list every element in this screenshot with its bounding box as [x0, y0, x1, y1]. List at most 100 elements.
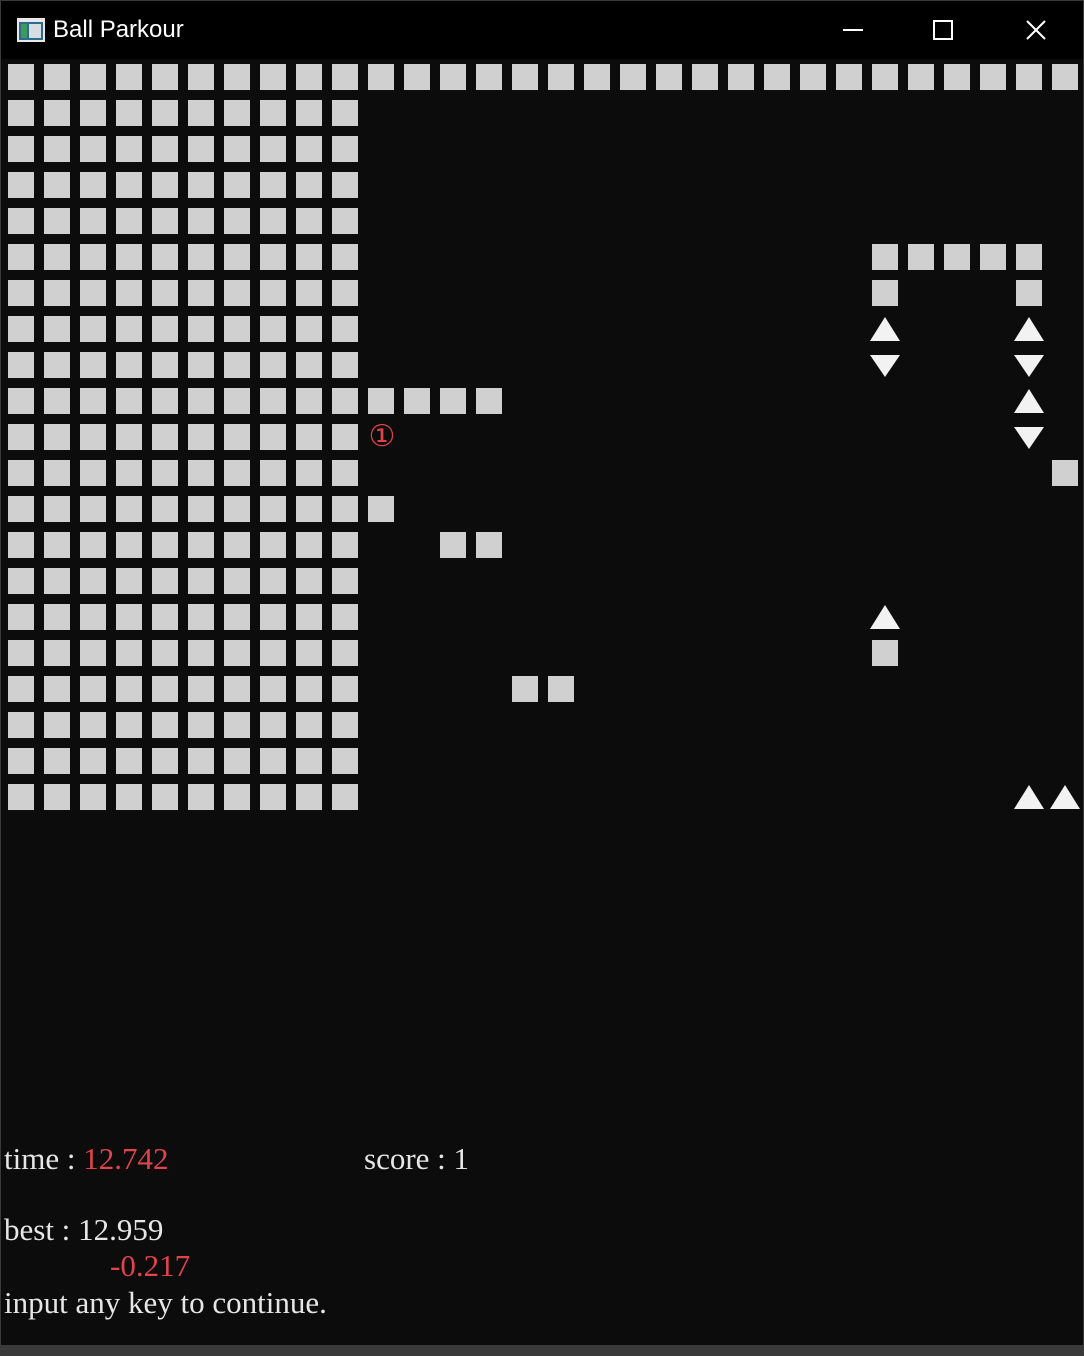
ball-player: ① — [368, 419, 396, 454]
block-cell — [224, 280, 250, 306]
block-cell — [188, 244, 214, 270]
block-cell — [980, 64, 1006, 90]
block-cell — [224, 532, 250, 558]
spike-up-icon — [1014, 785, 1044, 809]
block-cell — [296, 280, 322, 306]
block-cell — [224, 676, 250, 702]
block-cell — [116, 640, 142, 666]
block-cell — [80, 712, 106, 738]
minimize-button[interactable] — [807, 1, 899, 59]
block-cell — [152, 676, 178, 702]
block-cell — [80, 388, 106, 414]
block-cell — [80, 496, 106, 522]
block-cell — [260, 208, 286, 234]
block-cell — [188, 208, 214, 234]
block-cell — [8, 640, 34, 666]
block-cell — [332, 532, 358, 558]
block-cell — [260, 640, 286, 666]
spike-down-icon — [870, 355, 900, 377]
block-cell — [224, 244, 250, 270]
spike-up-icon — [1050, 785, 1080, 809]
block-cell — [116, 532, 142, 558]
block-cell — [764, 64, 790, 90]
block-cell — [44, 352, 70, 378]
block-cell — [44, 604, 70, 630]
spike-down-icon — [1014, 355, 1044, 377]
block-cell — [116, 316, 142, 342]
block-cell — [260, 568, 286, 594]
block-cell — [188, 748, 214, 774]
maximize-button[interactable] — [899, 1, 991, 59]
block-cell — [80, 64, 106, 90]
block-cell — [260, 784, 286, 810]
block-cell — [116, 64, 142, 90]
score-line: score : 1 — [364, 1141, 469, 1177]
block-cell — [1016, 64, 1042, 90]
block-cell — [44, 568, 70, 594]
block-cell — [152, 280, 178, 306]
block-cell — [260, 712, 286, 738]
window-bottom-border — [1, 1345, 1083, 1355]
block-cell — [8, 532, 34, 558]
block-cell — [296, 604, 322, 630]
score-label: score : — [364, 1141, 454, 1176]
close-button[interactable] — [991, 1, 1083, 59]
maximize-icon — [933, 20, 953, 40]
block-cell — [152, 784, 178, 810]
block-cell — [152, 460, 178, 486]
block-cell — [8, 64, 34, 90]
block-cell — [188, 136, 214, 162]
block-cell — [152, 64, 178, 90]
block-cell — [80, 532, 106, 558]
block-cell — [224, 388, 250, 414]
block-cell — [332, 100, 358, 126]
block-cell — [8, 352, 34, 378]
block-cell — [116, 388, 142, 414]
block-cell — [188, 604, 214, 630]
block-cell — [260, 460, 286, 486]
block-cell — [296, 640, 322, 666]
block-cell — [296, 460, 322, 486]
block-cell — [224, 136, 250, 162]
block-cell — [116, 424, 142, 450]
block-cell — [944, 244, 970, 270]
block-cell — [8, 100, 34, 126]
block-cell — [188, 280, 214, 306]
block-cell — [332, 712, 358, 738]
block-cell — [116, 604, 142, 630]
block-cell — [980, 244, 1006, 270]
block-cell — [152, 712, 178, 738]
block-cell — [296, 388, 322, 414]
block-cell — [332, 604, 358, 630]
block-cell — [8, 784, 34, 810]
block-cell — [440, 388, 466, 414]
block-cell — [224, 352, 250, 378]
block-cell — [188, 784, 214, 810]
block-cell — [152, 172, 178, 198]
block-cell — [332, 748, 358, 774]
block-cell — [224, 568, 250, 594]
title-bar[interactable]: Ball Parkour — [1, 1, 1083, 59]
block-cell — [296, 100, 322, 126]
window-title: Ball Parkour — [53, 16, 184, 43]
block-cell — [116, 784, 142, 810]
block-cell — [728, 64, 754, 90]
block-cell — [224, 100, 250, 126]
block-cell — [188, 532, 214, 558]
block-cell — [152, 532, 178, 558]
block-cell — [44, 208, 70, 234]
block-cell — [8, 460, 34, 486]
block-cell — [1016, 280, 1042, 306]
block-cell — [296, 784, 322, 810]
block-cell — [8, 136, 34, 162]
block-cell — [656, 64, 682, 90]
block-cell — [80, 172, 106, 198]
block-cell — [368, 496, 394, 522]
block-cell — [188, 568, 214, 594]
block-cell — [152, 136, 178, 162]
block-cell — [188, 100, 214, 126]
block-cell — [44, 172, 70, 198]
block-cell — [8, 676, 34, 702]
console-area[interactable]: ① time : 12.742 score : 1 best : 12.959 … — [2, 59, 1082, 1347]
block-cell — [188, 352, 214, 378]
